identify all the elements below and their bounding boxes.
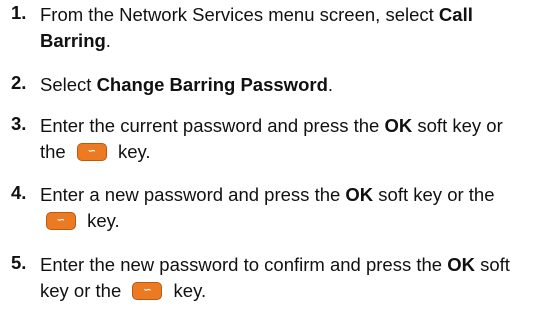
step-text-segment: Enter the new password to confirm and pr… — [40, 254, 448, 275]
step-number: 2. — [11, 72, 27, 93]
step-text-segment: key. — [82, 210, 120, 231]
step-number: 5. — [11, 252, 27, 273]
step-text-segment: . — [105, 30, 111, 51]
ok-soft-key-label: OK — [384, 115, 413, 136]
step-text-segment: Enter the current password and press the — [40, 115, 385, 136]
soft-key-icon: ∽ — [46, 211, 76, 230]
ok-soft-key-label: OK — [447, 254, 475, 275]
step-text: Enter the new password to confirm and pr… — [40, 252, 520, 304]
step-text-segment: . — [327, 74, 334, 95]
step-number: 1. — [11, 2, 27, 23]
step-text: Enter the current password and press the… — [40, 113, 520, 165]
soft-key-icon: ∽ — [132, 281, 163, 300]
step-text: From the Network Services menu screen, s… — [40, 2, 520, 54]
step-text: Enter a new password and press the OK so… — [40, 182, 520, 234]
soft-key-icon: ∽ — [76, 142, 107, 161]
menu-option-change-barring-password: Change Barring Password — [96, 74, 328, 95]
step-number: 4. — [11, 182, 27, 203]
step-text-segment: soft key or the — [373, 184, 495, 205]
step-text-segment: key. — [112, 141, 151, 162]
step-text: Select Change Barring Password. — [40, 72, 520, 98]
step-number: 3. — [11, 113, 27, 134]
step-text-segment: key. — [168, 280, 207, 301]
step-text-segment: Enter a new password and press the — [40, 184, 346, 205]
step-text-segment: Select — [40, 74, 97, 95]
step-text-segment: From the Network Services menu screen, s… — [40, 4, 439, 25]
ok-soft-key-label: OK — [345, 184, 374, 205]
